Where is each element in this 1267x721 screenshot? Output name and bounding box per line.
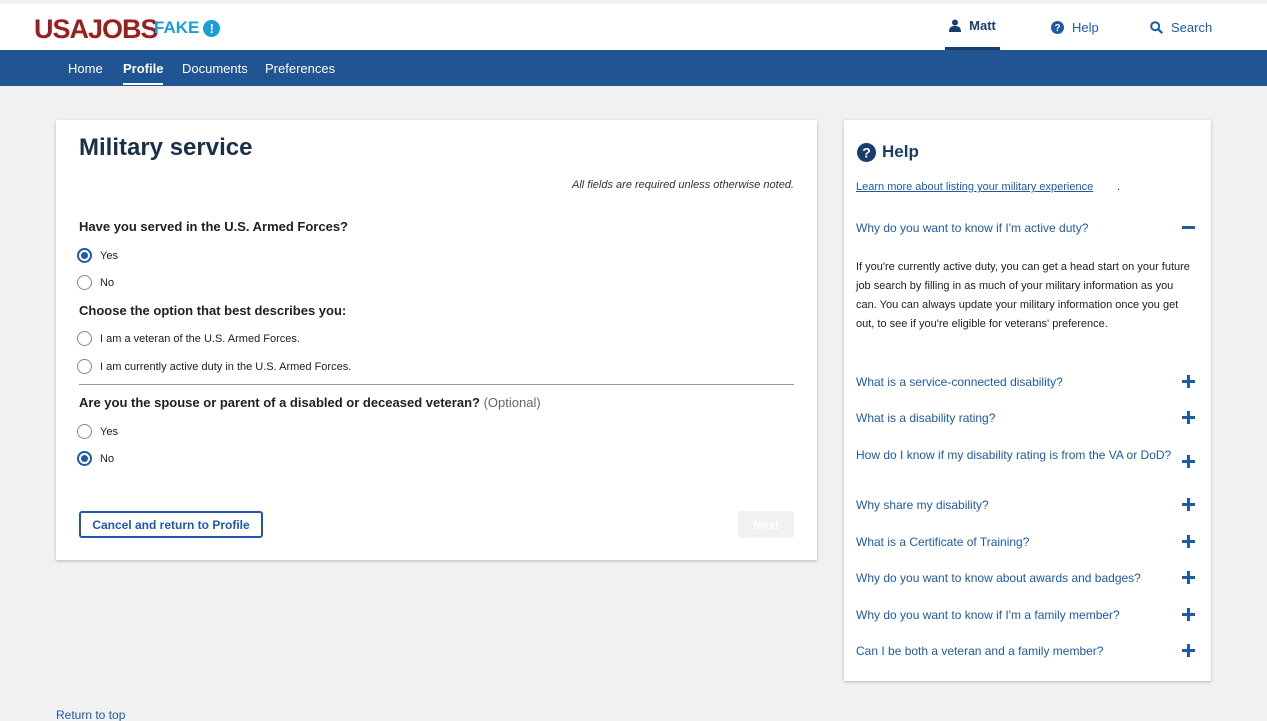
faq-question[interactable]: Why share my disability? bbox=[856, 498, 1174, 512]
faq-question[interactable]: What is a Certificate of Training? bbox=[856, 535, 1174, 549]
plus-icon[interactable] bbox=[1182, 608, 1196, 622]
required-note: All fields are required unless otherwise… bbox=[572, 179, 794, 191]
faq-disability-rating[interactable]: What is a disability rating? bbox=[856, 411, 1196, 425]
search-icon bbox=[1150, 20, 1163, 34]
search-label: Search bbox=[1171, 19, 1213, 35]
faq-question[interactable]: What is a service-connected disability? bbox=[856, 375, 1174, 389]
radio-label: I am currently active duty in the U.S. A… bbox=[100, 360, 352, 373]
svg-text:?: ? bbox=[1054, 23, 1060, 34]
radio-button[interactable] bbox=[77, 248, 92, 263]
question-text: Are you the spouse or parent of a disabl… bbox=[79, 395, 480, 410]
faq-share-disability[interactable]: Why share my disability? bbox=[856, 498, 1196, 512]
question-circle-icon: ? bbox=[1051, 20, 1064, 34]
help-title: ? Help bbox=[857, 142, 919, 162]
radio-spouse-yes[interactable]: Yes bbox=[77, 424, 118, 439]
faq-question[interactable]: What is a disability rating? bbox=[856, 411, 1174, 425]
question-served: Have you served in the U.S. Armed Forces… bbox=[79, 219, 348, 234]
page-title: Military service bbox=[79, 134, 253, 161]
plus-icon[interactable] bbox=[1182, 535, 1196, 549]
faq-service-connected[interactable]: What is a service-connected disability? bbox=[856, 375, 1196, 389]
user-menu[interactable]: Matt bbox=[945, 4, 1000, 50]
main-nav: Home Profile Documents Preferences bbox=[0, 50, 1267, 86]
search-menu[interactable]: Search bbox=[1150, 4, 1212, 50]
plus-icon[interactable] bbox=[1182, 455, 1196, 469]
radio-veteran[interactable]: I am a veteran of the U.S. Armed Forces. bbox=[77, 331, 300, 346]
help-panel: ? Help Learn more about listing your mil… bbox=[844, 120, 1211, 681]
link-suffix: . bbox=[1117, 181, 1121, 193]
radio-label: No bbox=[100, 452, 115, 465]
plus-icon[interactable] bbox=[1182, 411, 1196, 425]
radio-label: No bbox=[100, 276, 115, 289]
radio-served-yes[interactable]: Yes bbox=[77, 248, 118, 263]
nav-documents[interactable]: Documents bbox=[182, 50, 248, 86]
usajobs-logo[interactable]: USAJOBS bbox=[34, 14, 159, 45]
nav-profile[interactable]: Profile bbox=[123, 50, 164, 85]
radio-button[interactable] bbox=[77, 424, 92, 439]
radio-button[interactable] bbox=[77, 451, 92, 466]
nav-home[interactable]: Home bbox=[68, 50, 103, 86]
fake-label: FAKE ! bbox=[154, 18, 221, 38]
faq-question[interactable]: Why do you want to know if I'm a family … bbox=[856, 608, 1174, 622]
faq-awards-badges[interactable]: Why do you want to know about awards and… bbox=[856, 571, 1196, 585]
optional-label: (Optional) bbox=[483, 395, 541, 410]
military-service-form: Military service All fields are required… bbox=[56, 120, 817, 560]
help-title-text: Help bbox=[882, 142, 919, 161]
question-spouse-parent: Are you the spouse or parent of a disabl… bbox=[79, 395, 541, 410]
faq-certificate-training[interactable]: What is a Certificate of Training? bbox=[856, 535, 1196, 549]
radio-spouse-no[interactable]: No bbox=[77, 451, 114, 466]
alert-icon: ! bbox=[203, 19, 221, 37]
minus-icon[interactable] bbox=[1182, 221, 1196, 235]
nav-preferences[interactable]: Preferences bbox=[265, 50, 335, 86]
cancel-button[interactable]: Cancel and return to Profile bbox=[79, 511, 263, 538]
plus-icon[interactable] bbox=[1182, 571, 1196, 585]
help-menu[interactable]: ? Help bbox=[1051, 4, 1099, 50]
faq-question[interactable]: How do I know if my disability rating is… bbox=[856, 448, 1174, 462]
plus-icon[interactable] bbox=[1182, 644, 1196, 658]
learn-more-link[interactable]: Learn more about listing your military e… bbox=[856, 181, 1093, 193]
site-header: USAJOBS FAKE ! Matt ? Help Search bbox=[0, 4, 1267, 50]
faq-active-duty[interactable]: Why do you want to know if I'm active du… bbox=[856, 221, 1196, 235]
faq-answer: If you're currently active duty, you can… bbox=[856, 261, 1190, 330]
plus-icon[interactable] bbox=[1182, 375, 1196, 389]
faq-question[interactable]: Can I be both a veteran and a family mem… bbox=[856, 644, 1174, 658]
return-to-top-link[interactable]: Return to top bbox=[56, 708, 125, 721]
fake-text: FAKE bbox=[154, 18, 200, 37]
radio-label: I am a veteran of the U.S. Armed Forces. bbox=[100, 332, 300, 345]
radio-button[interactable] bbox=[77, 359, 92, 374]
faq-family-member[interactable]: Why do you want to know if I'm a family … bbox=[856, 608, 1196, 622]
help-label: Help bbox=[1072, 19, 1099, 35]
radio-active-duty[interactable]: I am currently active duty in the U.S. A… bbox=[77, 359, 351, 374]
user-icon bbox=[949, 19, 962, 32]
radio-button[interactable] bbox=[77, 275, 92, 290]
plus-icon[interactable] bbox=[1182, 498, 1196, 512]
faq-va-or-dod[interactable]: How do I know if my disability rating is… bbox=[856, 448, 1196, 469]
question-describes-you: Choose the option that best describes yo… bbox=[79, 303, 347, 318]
svg-text:?: ? bbox=[862, 144, 871, 160]
faq-question[interactable]: Why do you want to know about awards and… bbox=[856, 571, 1174, 585]
radio-served-no[interactable]: No bbox=[77, 275, 114, 290]
faq-veteran-and-family[interactable]: Can I be both a veteran and a family mem… bbox=[856, 644, 1196, 658]
radio-label: Yes bbox=[100, 249, 118, 262]
question-circle-icon: ? bbox=[857, 142, 876, 162]
next-button[interactable]: Next bbox=[738, 511, 794, 538]
divider bbox=[79, 384, 794, 385]
radio-button[interactable] bbox=[77, 331, 92, 346]
faq-question[interactable]: Why do you want to know if I'm active du… bbox=[856, 221, 1174, 235]
radio-label: Yes bbox=[100, 425, 118, 438]
user-name: Matt bbox=[969, 18, 996, 33]
